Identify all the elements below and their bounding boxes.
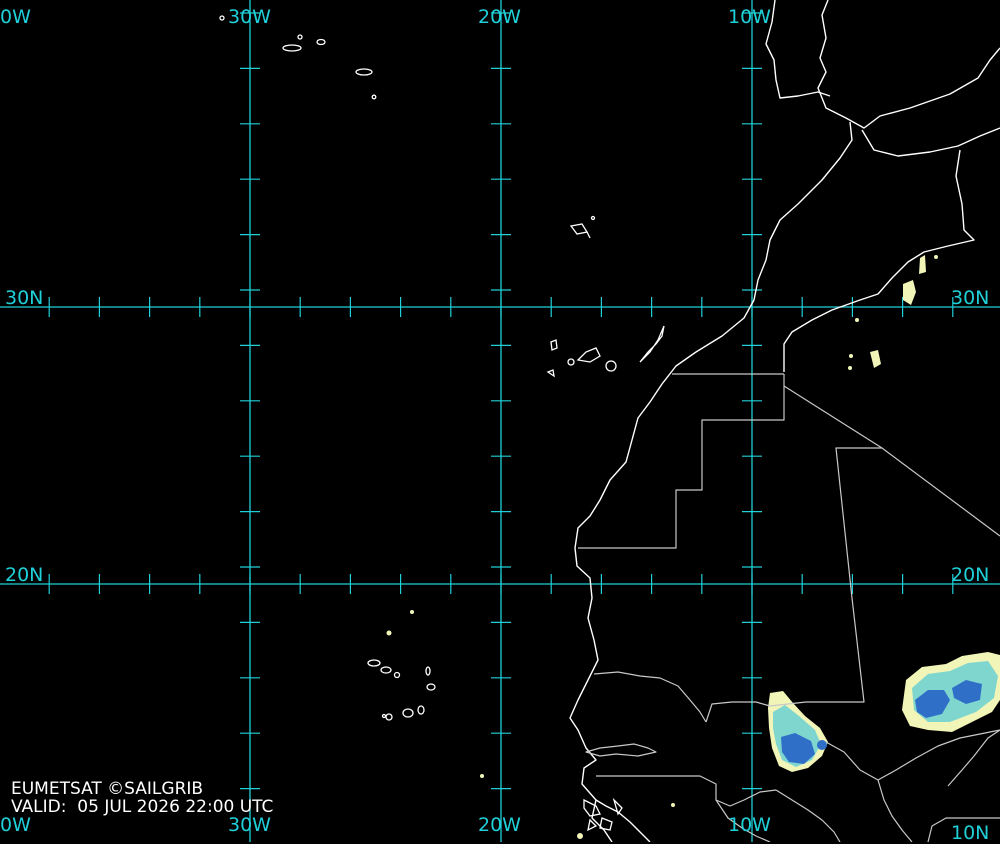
valid-label: VALID:: [11, 797, 67, 817]
bottom-label-30w: 30W: [228, 814, 271, 836]
top-label-10w: 10W: [728, 6, 771, 28]
valid-time-row: VALID: 05 JUL 2026 22:00 UTC: [11, 798, 273, 816]
left-label-20n: 20N: [5, 564, 44, 586]
bottom-label-0w: 0W: [0, 814, 31, 836]
right-label-30n: 30N: [951, 287, 990, 309]
satellite-map: [0, 0, 1000, 842]
left-label-30n: 30N: [5, 287, 44, 309]
bottom-label-20w: 20W: [478, 814, 521, 836]
credit-text: EUMETSAT ©SAILGRIB: [11, 779, 204, 799]
right-label-20n: 20N: [951, 564, 990, 586]
valid-time: 05 JUL 2026 22:00 UTC: [77, 797, 274, 817]
bottom-label-10n: 10N: [951, 822, 990, 844]
bottom-label-10w: 10W: [728, 814, 771, 836]
top-label-20w: 20W: [478, 6, 521, 28]
top-label-30w: 30W: [228, 6, 271, 28]
top-label-0w: 0W: [0, 6, 31, 28]
